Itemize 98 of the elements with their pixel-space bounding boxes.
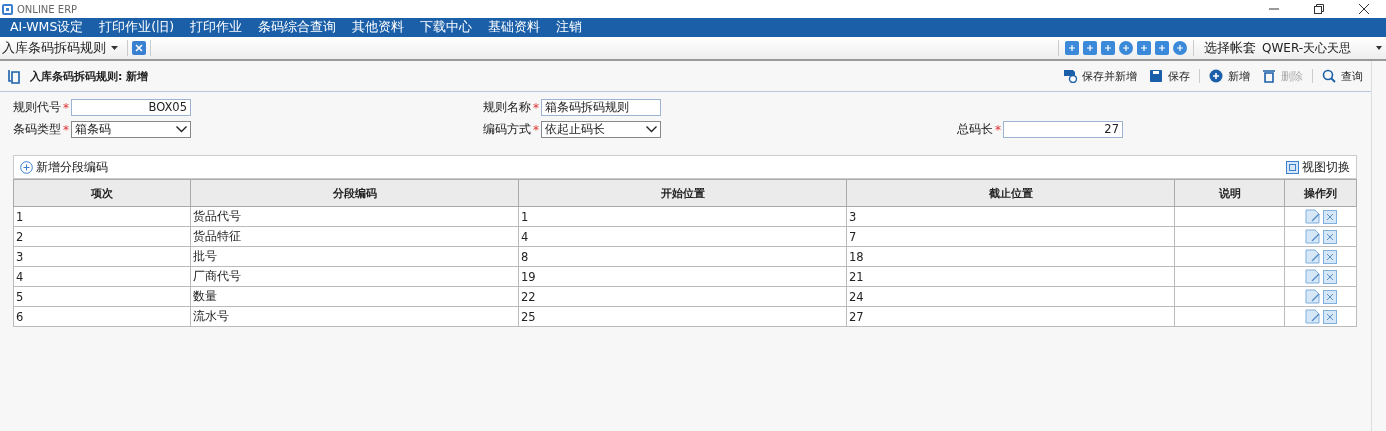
table-cell: 25 [518,306,847,327]
toolbar-icon[interactable] [1173,41,1187,55]
page-title: 入库条码拆码规则: 新增 [30,68,149,84]
field-label: 规则名称 [483,100,531,115]
toolbar-icon[interactable] [1083,41,1097,55]
column-header: 操作列 [1284,179,1357,207]
account-select[interactable]: QWER-天心天思 [1262,39,1386,57]
edit-icon[interactable] [1304,269,1321,284]
field-label: 条码类型 [13,122,61,137]
close-tab-icon[interactable] [132,41,146,55]
menu-item[interactable]: 基础资料 [488,19,541,36]
table-cell: 6 [13,306,191,327]
table-cell: 8 [518,246,847,267]
column-header: 分段编码 [190,179,519,207]
menu-item[interactable]: 下载中心 [420,19,473,36]
menu-item[interactable]: 注销 [556,19,583,36]
toolbar-icon[interactable] [1119,41,1133,55]
toolbar-icon[interactable] [1155,41,1169,55]
table-cell: 货品代号 [190,206,519,227]
table-cell: 24 [846,286,1175,307]
add-icon [1209,69,1223,83]
toolbar-button[interactable]: 保存 [1146,68,1193,84]
account-label: 选择帐套 [1204,39,1256,57]
select-field[interactable]: 箱条码 [71,121,191,138]
toolbar-button[interactable]: 查询 [1319,68,1366,84]
delete-icon[interactable] [1322,249,1337,264]
delete-icon[interactable] [1322,289,1337,304]
edit-icon[interactable] [1304,229,1321,244]
field-label: 总码长 [957,122,993,137]
edit-icon[interactable] [1304,309,1321,324]
table-cell: 货品特征 [190,226,519,247]
table-cell: 5 [13,286,191,307]
window-title: ONLINE ERP [17,3,78,15]
table-cell: 7 [846,226,1175,247]
required-mark: * [533,100,539,115]
app-logo-icon [2,3,13,15]
edit-icon[interactable] [1304,209,1321,224]
field-label: 规则代号 [13,100,61,115]
search-icon [1322,69,1336,83]
column-header: 开始位置 [518,179,847,207]
menu-item[interactable]: 打印作业(旧) [99,19,175,36]
view-switch-button[interactable]: 视图切换 [1286,159,1350,175]
table-cell: 流水号 [190,306,519,327]
delete-icon[interactable] [1322,309,1337,324]
edit-icon[interactable] [1304,249,1321,264]
table-cell: 1 [518,206,847,227]
input-field[interactable]: BOX05 [71,99,191,116]
table-cell: 4 [13,266,191,287]
table-cell: 22 [518,286,847,307]
delete-icon[interactable] [1322,209,1337,224]
chevron-down-icon [176,126,187,133]
caret-icon [1376,46,1382,50]
delete-icon[interactable] [1322,269,1337,284]
toolbar-icon[interactable] [1065,41,1079,55]
chevron-down-icon [646,126,657,133]
delete-icon[interactable] [1322,229,1337,244]
required-mark: * [63,100,69,115]
table-cell: 18 [846,246,1175,267]
required-mark: * [533,122,539,137]
save-new-icon [1063,69,1077,83]
input-field[interactable]: 箱条码拆码规则 [541,99,661,116]
required-mark: * [995,122,1001,137]
edit-icon[interactable] [1304,289,1321,304]
table-cell: 19 [518,266,847,287]
menu-item[interactable]: 打印作业 [190,19,243,36]
required-mark: * [63,122,69,137]
table-cell: 21 [846,266,1175,287]
toolbar-icon[interactable] [1137,41,1151,55]
page-tab[interactable]: 入库条码拆码规则 [0,39,106,57]
table-cell: 27 [846,306,1175,327]
table-cell: 3 [846,206,1175,227]
table-cell: 数量 [190,286,519,307]
caret-icon[interactable] [111,46,118,50]
delete-icon [1262,69,1276,83]
toolbar-button[interactable]: 保存并新增 [1060,68,1140,84]
save-icon [1149,69,1163,83]
field-label: 编码方式 [483,122,531,137]
select-field[interactable]: 依起止码长 [541,121,661,138]
column-header: 项次 [13,179,191,207]
add-icon [20,160,33,174]
toolbar-button[interactable]: 新增 [1206,68,1253,84]
close-icon [1358,4,1369,14]
add-segment-button[interactable]: 新增分段编码 [20,159,108,175]
table-cell: 4 [518,226,847,247]
table-cell: 批号 [190,246,519,267]
table-cell: 厂商代号 [190,266,519,287]
window-icon [1286,160,1299,174]
menu-item[interactable]: AI-WMS设定 [10,19,84,36]
restore-icon [1313,4,1324,14]
table-cell: 1 [13,206,191,227]
menu-item[interactable]: 条码综合查询 [258,19,337,36]
column-header: 说明 [1174,179,1285,207]
toolbar-icon[interactable] [1101,41,1115,55]
table-cell: 2 [13,226,191,247]
table-cell: 3 [13,246,191,267]
column-header: 截止位置 [846,179,1175,207]
input-field[interactable]: 27 [1003,121,1123,138]
menu-item[interactable]: 其他资料 [352,19,405,36]
